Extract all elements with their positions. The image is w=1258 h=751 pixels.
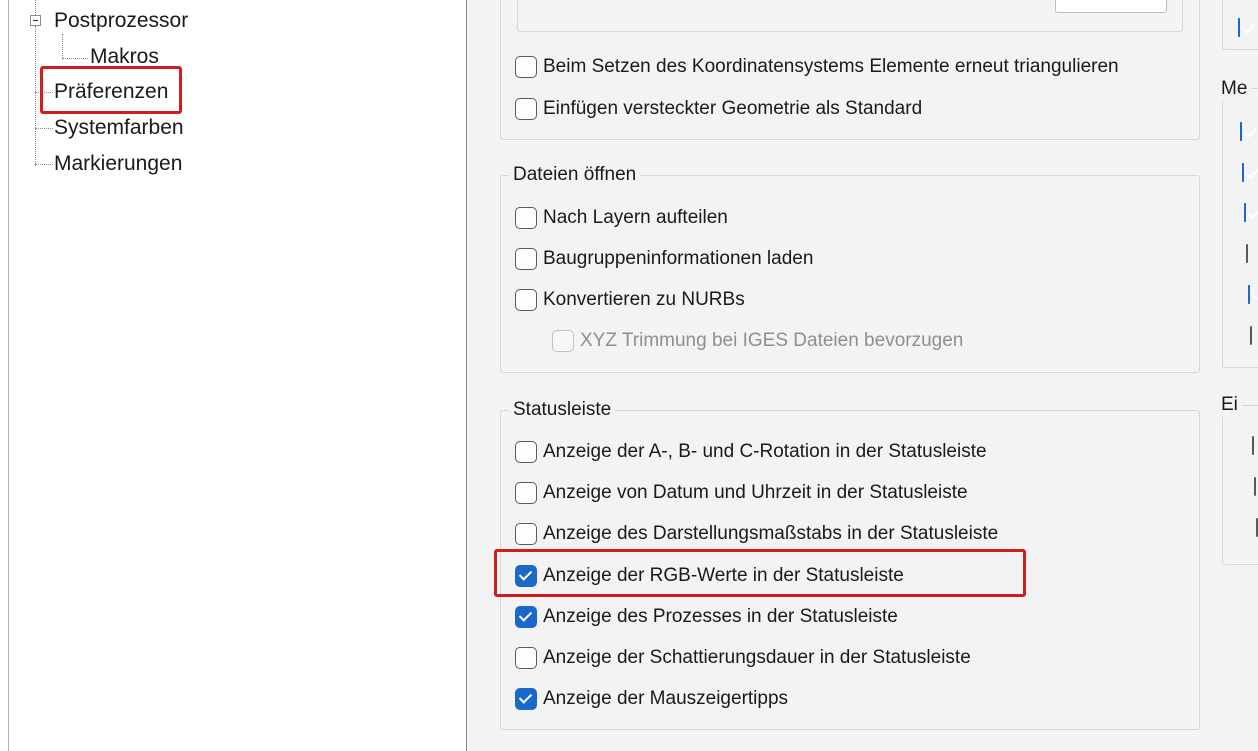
tree-connector bbox=[35, 164, 53, 165]
tree-item-systemfarben[interactable]: Systemfarben bbox=[54, 115, 184, 141]
group-title-statusbar: Statusleiste bbox=[509, 398, 616, 422]
checkbox[interactable] bbox=[1244, 203, 1246, 222]
checkbox-row-process[interactable]: Anzeige des Prozesses in der Statusleist… bbox=[515, 603, 898, 631]
checkbox-label: Anzeige des Prozesses in der Statusleist… bbox=[543, 606, 898, 627]
dropdown-field[interactable] bbox=[1055, 0, 1167, 13]
checkbox-row-convert-nurbs[interactable]: Konvertieren zu NURBs bbox=[515, 286, 745, 314]
preferences-page: Beim Setzen des Koordinatensystems Eleme… bbox=[467, 0, 1258, 751]
checkbox-label: Baugruppeninformationen laden bbox=[543, 248, 814, 269]
checkbox[interactable] bbox=[1246, 244, 1248, 263]
checkbox[interactable] bbox=[515, 56, 537, 78]
checkbox[interactable] bbox=[515, 207, 537, 229]
checkbox-row-abc-rotation[interactable]: Anzeige der A-, B- und C-Rotation in der… bbox=[515, 438, 987, 466]
checkbox-label: XYZ Trimmung bei IGES Dateien bevorzugen bbox=[580, 330, 964, 351]
checkbox[interactable] bbox=[515, 289, 537, 311]
checkbox-row-mouse-tips[interactable]: Anzeige der Mauszeigertipps bbox=[515, 685, 788, 713]
checkbox[interactable] bbox=[1254, 477, 1256, 496]
checkbox[interactable] bbox=[1242, 163, 1244, 182]
checkbox[interactable] bbox=[515, 688, 537, 710]
settings-tree: Postprozessor Makros Präferenzen Systemf… bbox=[0, 0, 467, 751]
tree-connector bbox=[35, 26, 36, 166]
checkbox-label: Konvertieren zu NURBs bbox=[543, 289, 745, 310]
checkbox-row-retriangulate[interactable]: Beim Setzen des Koordinatensystems Eleme… bbox=[515, 53, 1119, 81]
checkbox[interactable] bbox=[515, 248, 537, 270]
tree-connector bbox=[35, 128, 53, 129]
tree-connector bbox=[62, 34, 63, 58]
checkbox-label: Anzeige von Datum und Uhrzeit in der Sta… bbox=[543, 482, 968, 503]
checkbox-label: Anzeige des Darstellungsmaßstabs in der … bbox=[543, 523, 999, 544]
checkbox-row-assembly-info[interactable]: Baugruppeninformationen laden bbox=[515, 245, 813, 273]
collapse-icon[interactable] bbox=[30, 15, 41, 26]
highlight-annotation bbox=[494, 549, 1026, 597]
checkbox-row-hidden-geometry[interactable]: Einfügen versteckter Geometrie als Stand… bbox=[515, 95, 922, 123]
checkbox-label: Beim Setzen des Koordinatensystems Eleme… bbox=[543, 56, 1119, 77]
tree-border bbox=[8, 0, 9, 751]
checkbox-label: Einfügen versteckter Geometrie als Stand… bbox=[543, 98, 923, 119]
checkbox[interactable] bbox=[515, 523, 537, 545]
checkbox-row-xyz-trim: XYZ Trimmung bei IGES Dateien bevorzugen bbox=[552, 327, 963, 355]
checkbox[interactable] bbox=[515, 98, 537, 120]
checkbox-row-split-layers[interactable]: Nach Layern aufteilen bbox=[515, 204, 728, 232]
checkbox-label: Nach Layern aufteilen bbox=[543, 207, 728, 228]
checkbox[interactable] bbox=[515, 647, 537, 669]
checkbox[interactable] bbox=[1238, 18, 1240, 37]
checkbox[interactable] bbox=[515, 482, 537, 504]
checkbox[interactable] bbox=[515, 441, 537, 463]
checkbox[interactable] bbox=[1240, 122, 1242, 141]
tree-item-markierungen[interactable]: Markierungen bbox=[54, 151, 182, 177]
checkbox-row-date-time[interactable]: Anzeige von Datum und Uhrzeit in der Sta… bbox=[515, 479, 968, 507]
checkbox[interactable] bbox=[1252, 436, 1254, 455]
checkbox-row-shading-duration[interactable]: Anzeige der Schattierungsdauer in der St… bbox=[515, 644, 971, 672]
checkbox bbox=[552, 330, 574, 352]
tree-connector bbox=[62, 58, 88, 59]
checkbox[interactable] bbox=[515, 606, 537, 628]
highlight-annotation bbox=[40, 66, 182, 114]
checkbox-label: Anzeige der A-, B- und C-Rotation in der… bbox=[543, 441, 987, 462]
checkbox-label: Anzeige der Mauszeigertipps bbox=[543, 688, 789, 709]
right-group-2 bbox=[1222, 405, 1258, 565]
group-title-right-2: Ei bbox=[1217, 393, 1242, 417]
checkbox-label: Anzeige der Schattierungsdauer in der St… bbox=[543, 647, 971, 668]
checkbox-row-scale[interactable]: Anzeige des Darstellungsmaßstabs in der … bbox=[515, 520, 998, 548]
checkbox[interactable] bbox=[1250, 326, 1252, 345]
checkbox[interactable] bbox=[1248, 285, 1250, 304]
group-title-right-1: Me bbox=[1217, 77, 1252, 101]
group-title-files-open: Dateien öffnen bbox=[509, 163, 641, 187]
tree-item-postprozessor[interactable]: Postprozessor bbox=[54, 8, 188, 34]
